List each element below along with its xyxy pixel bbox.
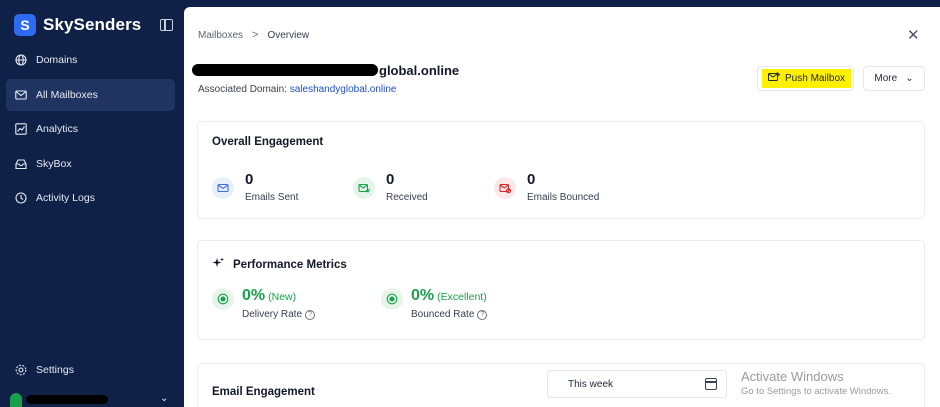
- breadcrumb-mailboxes-link[interactable]: Mailboxes: [198, 30, 243, 41]
- sidebar-item-label: Analytics: [36, 123, 79, 135]
- metric-percent: 0%: [411, 287, 435, 304]
- metric-tag: (Excellent): [437, 291, 487, 303]
- stat-emails-bounced: 0 Emails Bounced: [494, 171, 634, 211]
- skysenders-logo-icon: S: [14, 14, 36, 36]
- associated-domain-label: Associated Domain:: [198, 84, 287, 95]
- overall-engagement-card: Overall Engagement 0 Emails Sent 0 Recei…: [197, 121, 925, 219]
- metric-label: Delivery Rate: [242, 309, 303, 320]
- close-icon[interactable]: ✕: [907, 28, 920, 43]
- metric-value: 0% (Excellent): [411, 287, 487, 305]
- date-range-select[interactable]: This week: [547, 370, 727, 398]
- breadcrumb-separator: >: [252, 29, 259, 41]
- associated-domain-link[interactable]: saleshandyglobal.online: [290, 84, 397, 95]
- history-icon: [15, 192, 27, 204]
- avatar: [10, 393, 22, 407]
- card-title: Overall Engagement: [212, 136, 324, 148]
- email-suffix: global.online: [379, 62, 460, 78]
- mailbox-email-title: global.online: [192, 60, 459, 80]
- sidebar-item-label: SkyBox: [36, 158, 72, 170]
- sparkle-icon: [212, 257, 225, 273]
- chart-icon: [15, 123, 27, 135]
- mail-outline-icon: [212, 177, 234, 199]
- target-icon: [212, 288, 234, 310]
- push-mailbox-icon: [768, 72, 781, 85]
- push-mailbox-highlight: Push Mailbox: [762, 69, 852, 88]
- metric-delivery-rate: 0% (New) Delivery Rate ?: [212, 287, 352, 327]
- sidebar-item-skybox[interactable]: SkyBox: [6, 148, 175, 180]
- chevron-down-icon: ⌄: [905, 73, 914, 84]
- date-range-label: This week: [568, 379, 614, 390]
- metric-tag: (New): [268, 291, 297, 303]
- metric-label-row: Delivery Rate ?: [242, 309, 316, 320]
- gear-icon: [15, 364, 27, 376]
- metric-label-row: Bounced Rate ?: [411, 309, 488, 320]
- stat-emails-sent: 0 Emails Sent: [212, 171, 332, 211]
- globe-icon: [15, 54, 27, 66]
- inbox-icon: [15, 158, 27, 170]
- performance-metrics-card: Performance Metrics 0% (New) Delivery Rat…: [197, 240, 925, 340]
- sidebar-item-activity-logs[interactable]: Activity Logs: [6, 182, 175, 214]
- stat-label: Emails Sent: [245, 192, 299, 203]
- brand-logo[interactable]: S SkySenders: [14, 14, 141, 36]
- breadcrumb: Mailboxes > Overview: [198, 29, 309, 41]
- associated-domain-row: Associated Domain: saleshandyglobal.onli…: [198, 84, 396, 95]
- collapse-sidebar-icon[interactable]: [160, 19, 173, 31]
- brand-name: SkySenders: [43, 15, 142, 34]
- stat-received: 0 Received: [353, 171, 473, 211]
- help-icon[interactable]: ?: [305, 309, 316, 320]
- sidebar-item-all-mailboxes[interactable]: All Mailboxes: [6, 79, 175, 111]
- mail-icon: [15, 89, 27, 101]
- mail-bounced-icon: [494, 177, 516, 199]
- sidebar: S SkySenders Domains All Mailboxes Analy…: [0, 0, 184, 407]
- sidebar-item-settings[interactable]: Settings: [6, 354, 175, 386]
- target-icon: [381, 288, 403, 310]
- card-title: Email Engagement: [212, 386, 315, 398]
- more-label: More: [874, 73, 898, 84]
- push-mailbox-label: Push Mailbox: [785, 73, 846, 84]
- mailbox-overview-panel: Mailboxes > Overview ✕ global.online Ass…: [184, 7, 940, 407]
- stat-value: 0: [527, 171, 536, 188]
- stat-value: 0: [386, 171, 395, 188]
- sidebar-item-analytics[interactable]: Analytics: [6, 113, 175, 145]
- card-title-row: Performance Metrics: [212, 257, 347, 273]
- redacted-user-name: [26, 395, 108, 404]
- help-icon[interactable]: ?: [477, 309, 488, 320]
- sidebar-item-label: All Mailboxes: [36, 89, 98, 101]
- sidebar-item-domains[interactable]: Domains: [6, 44, 175, 76]
- stat-value: 0: [245, 171, 254, 188]
- mail-received-icon: [353, 177, 375, 199]
- metric-bounced-rate: 0% (Excellent) Bounced Rate ?: [381, 287, 541, 327]
- stat-label: Received: [386, 192, 428, 203]
- stat-label: Emails Bounced: [527, 192, 600, 203]
- redacted-email-prefix: [192, 64, 378, 76]
- breadcrumb-current: Overview: [267, 29, 310, 41]
- sidebar-item-label: Activity Logs: [36, 192, 95, 204]
- push-mailbox-button[interactable]: Push Mailbox: [757, 66, 854, 91]
- user-menu[interactable]: ⌄: [10, 391, 175, 407]
- card-title: Performance Metrics: [233, 259, 347, 271]
- sidebar-item-label: Domains: [36, 54, 78, 66]
- metric-percent: 0%: [242, 287, 266, 304]
- sidebar-item-label: Settings: [36, 364, 74, 376]
- metric-value: 0% (New): [242, 287, 296, 305]
- more-button[interactable]: More ⌄: [863, 66, 925, 91]
- metric-label: Bounced Rate: [411, 309, 475, 320]
- calendar-icon: [705, 378, 717, 390]
- chevron-down-icon: ⌄: [160, 393, 169, 404]
